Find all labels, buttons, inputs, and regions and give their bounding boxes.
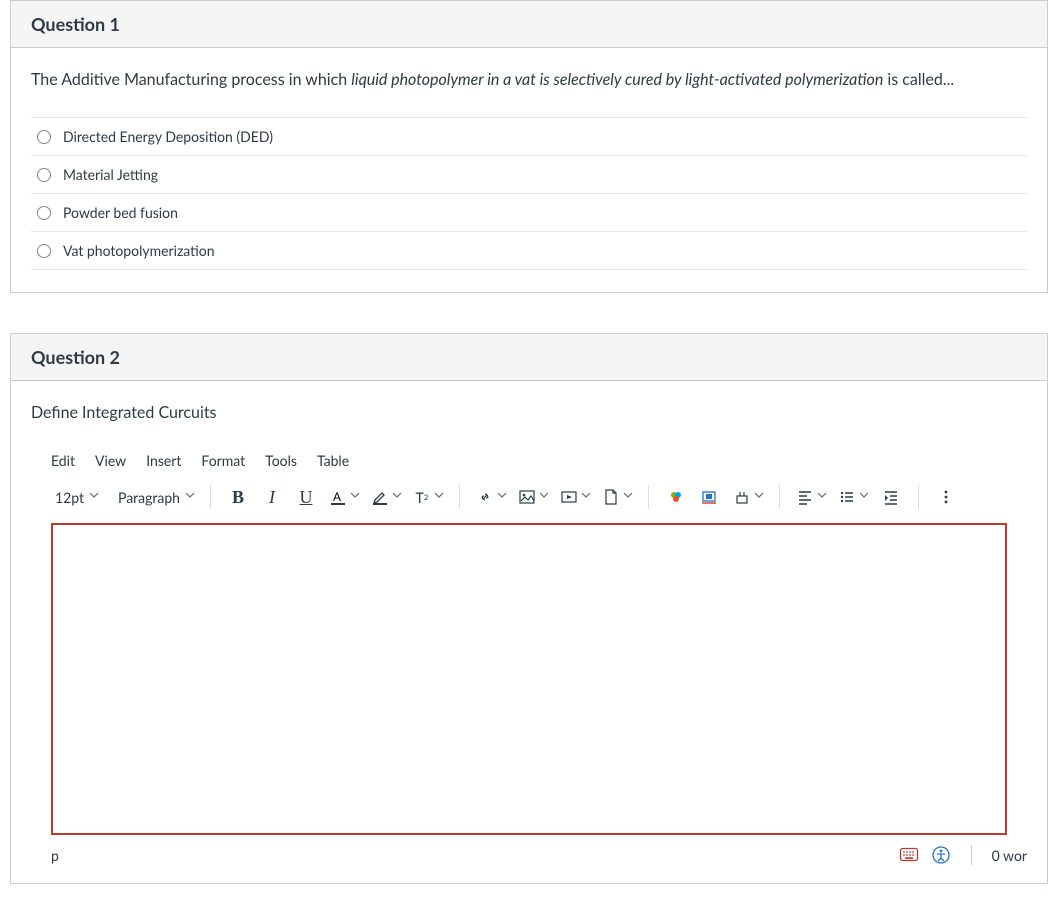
external-tool-button[interactable] (695, 481, 725, 513)
link-button[interactable] (472, 481, 510, 513)
italic-button[interactable]: I (257, 481, 287, 513)
bold-button[interactable]: B (223, 481, 253, 513)
list-button[interactable] (834, 481, 872, 513)
align-button[interactable] (792, 481, 830, 513)
answer-label-b: Material Jetting (63, 166, 158, 183)
answer-label-d: Vat photopolymerization (63, 242, 215, 259)
radio-option-d[interactable] (37, 244, 51, 258)
underline-icon: U (297, 488, 315, 506)
radio-option-c[interactable] (37, 206, 51, 220)
answer-label-a: Directed Energy Deposition (DED) (63, 128, 273, 145)
answer-label-c: Powder bed fusion (63, 204, 178, 221)
link-icon (476, 488, 494, 506)
menu-insert[interactable]: Insert (146, 452, 181, 469)
more-vertical-icon (937, 488, 955, 506)
superscript-icon: T2 (413, 488, 431, 506)
toolbar-separator (210, 485, 211, 509)
rte-editor-area[interactable] (51, 523, 1007, 835)
question-2-card: Question 2 Define Integrated Curcuits Ed… (10, 333, 1048, 884)
chevron-down-icon (393, 493, 401, 501)
question-1-prompt: The Additive Manufacturing process in wh… (31, 70, 1027, 89)
indent-icon (882, 488, 900, 506)
fontsize-label: 12pt (55, 489, 86, 506)
question-2-header: Question 2 (11, 334, 1047, 381)
italic-icon: I (263, 488, 281, 506)
status-separator (971, 845, 972, 865)
chevron-down-icon (186, 493, 194, 501)
menu-table[interactable]: Table (317, 452, 349, 469)
accessibility-checker-button[interactable] (931, 845, 951, 865)
image-button[interactable] (514, 481, 552, 513)
menu-format[interactable]: Format (201, 452, 245, 469)
align-icon (796, 488, 814, 506)
list-icon (838, 488, 856, 506)
rte-element-path[interactable]: p (51, 847, 887, 864)
blocktype-select[interactable]: Paragraph (114, 481, 198, 513)
bold-icon: B (229, 488, 247, 506)
answer-option-c[interactable]: Powder bed fusion (31, 194, 1027, 232)
document-icon (602, 488, 620, 506)
media-button[interactable] (556, 481, 594, 513)
answer-option-b[interactable]: Material Jetting (31, 156, 1027, 194)
chevron-down-icon (351, 493, 359, 501)
chevron-down-icon (540, 493, 548, 501)
textcolor-button[interactable]: A (325, 481, 363, 513)
underline-button[interactable]: U (291, 481, 321, 513)
document-button[interactable] (598, 481, 636, 513)
menu-view[interactable]: View (95, 452, 126, 469)
menu-edit[interactable]: Edit (51, 452, 75, 469)
rte-toolbar: 12pt Paragraph B I U A (31, 475, 1027, 519)
keyboard-shortcuts-button[interactable] (899, 845, 919, 865)
fontsize-select[interactable]: 12pt (51, 481, 102, 513)
chevron-down-icon (582, 493, 590, 501)
answer-option-a[interactable]: Directed Energy Deposition (DED) (31, 118, 1027, 156)
toolbar-separator (779, 485, 780, 509)
prompt-text-post: is called... (883, 70, 954, 89)
superscript-button[interactable]: T2 (409, 481, 447, 513)
highlight-button[interactable] (367, 481, 405, 513)
answer-list: Directed Energy Deposition (DED) Materia… (31, 117, 1027, 270)
question-1-title: Question 1 (31, 13, 1027, 35)
external-tool-icon (701, 488, 719, 506)
apps-icon (667, 488, 685, 506)
media-icon (560, 488, 578, 506)
blocktype-label: Paragraph (118, 489, 182, 506)
answer-option-d[interactable]: Vat photopolymerization (31, 232, 1027, 270)
chevron-down-icon (755, 493, 763, 501)
apps-button[interactable] (661, 481, 691, 513)
image-icon (518, 488, 536, 506)
question-1-card: Question 1 The Additive Manufacturing pr… (10, 0, 1048, 293)
chevron-down-icon (624, 493, 632, 501)
plugin-button[interactable] (729, 481, 767, 513)
menu-tools[interactable]: Tools (265, 452, 297, 469)
chevron-down-icon (90, 493, 98, 501)
rte-menubar: Edit View Insert Format Tools Table (31, 446, 1027, 475)
textcolor-icon: A (329, 488, 347, 506)
svg-text:A: A (333, 490, 341, 504)
more-button[interactable] (931, 481, 961, 513)
radio-option-a[interactable] (37, 130, 51, 144)
question-1-body: The Additive Manufacturing process in wh… (11, 48, 1047, 292)
chevron-down-icon (860, 493, 868, 501)
toolbar-separator (648, 485, 649, 509)
radio-option-b[interactable] (37, 168, 51, 182)
plugin-icon (733, 488, 751, 506)
rte-status-bar: p 0 wor (31, 835, 1027, 875)
question-1-header: Question 1 (11, 1, 1047, 48)
question-2-title: Question 2 (31, 346, 1027, 368)
question-2-prompt: Define Integrated Curcuits (31, 403, 1027, 422)
highlight-icon (371, 488, 389, 506)
question-2-body: Define Integrated Curcuits Edit View Ins… (11, 381, 1047, 883)
chevron-down-icon (435, 493, 443, 501)
prompt-text-italic: liquid photopolymer in a vat is selectiv… (351, 70, 883, 89)
chevron-down-icon (818, 493, 826, 501)
toolbar-separator (459, 485, 460, 509)
word-count[interactable]: 0 wor (992, 847, 1027, 864)
indent-button[interactable] (876, 481, 906, 513)
chevron-down-icon (498, 493, 506, 501)
toolbar-separator (918, 485, 919, 509)
prompt-text-pre: The Additive Manufacturing process in wh… (31, 70, 351, 89)
